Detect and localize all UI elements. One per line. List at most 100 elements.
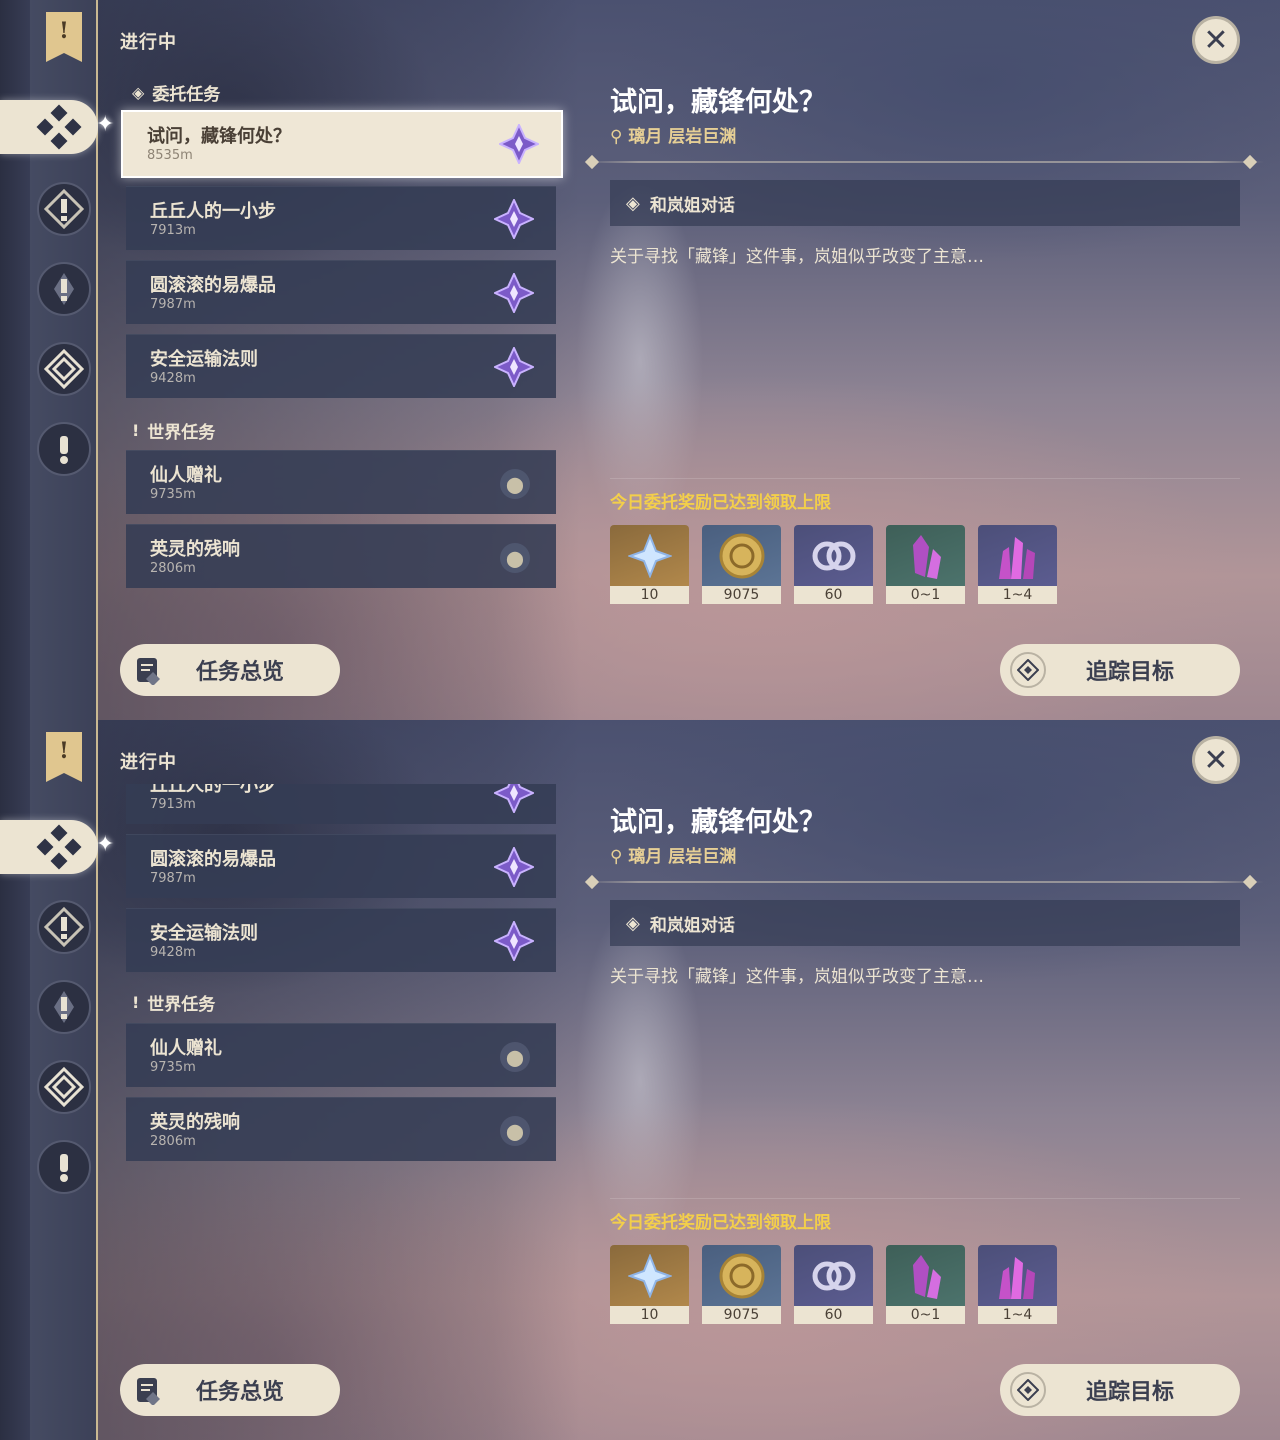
section-title: 进行中: [120, 752, 177, 773]
detail-location: ⚲ 璃月 层岩巨渊: [610, 847, 737, 867]
reward-qty: 0~1: [886, 586, 965, 604]
quest-name: 英灵的残响: [150, 539, 240, 560]
objective-text: 和岚姐对话: [649, 195, 735, 216]
reward-item[interactable]: 60: [794, 1245, 873, 1324]
objective-text: 和岚姐对话: [649, 915, 735, 936]
reward-item[interactable]: 0~1: [886, 525, 965, 604]
reward-qty: 1~4: [978, 586, 1057, 604]
ore-crystal-icon: [912, 534, 941, 579]
divider: [584, 881, 1264, 883]
world-quest-icon: [60, 436, 68, 464]
tab-commission[interactable]: [0, 100, 98, 154]
primogem-icon: [627, 1253, 672, 1298]
quest-list-scroll[interactable]: 丘丘人的一小步 7913m 圆滚滚的易爆品 7987m 安全运输法则 9428m: [0, 784, 580, 1204]
reward-item[interactable]: 10: [610, 1245, 689, 1324]
quest-overview-button[interactable]: 任务总览: [120, 644, 340, 696]
close-icon: ✕: [1203, 22, 1229, 58]
map-pin-icon: ⬤: [500, 469, 530, 499]
commission-star-icon: [494, 784, 534, 813]
quest-name: 仙人赠礼: [150, 1038, 222, 1059]
commission-category-icon: ◈: [132, 83, 145, 102]
quest-name: 安全运输法则: [150, 349, 258, 370]
quest-item[interactable]: 仙人赠礼 9735m ⬤: [126, 1023, 556, 1087]
exclamation-icon: !: [132, 421, 140, 440]
tab-world[interactable]: [37, 422, 91, 476]
reward-qty: 60: [794, 586, 873, 604]
quest-item[interactable]: 圆滚滚的易爆品 7987m: [126, 834, 556, 898]
quest-item[interactable]: 安全运输法则 9428m: [126, 334, 556, 398]
close-button[interactable]: ✕: [1192, 16, 1240, 64]
quest-overview-button[interactable]: 任务总览: [120, 1364, 340, 1416]
reward-qty: 10: [610, 586, 689, 604]
category-world: ! 世界任务: [132, 421, 216, 443]
reward-item[interactable]: 60: [794, 525, 873, 604]
map-pin-icon: ⬤: [500, 543, 530, 573]
quest-name: 试问，藏锋何处？: [147, 126, 291, 147]
quest-distance: 7987m: [150, 871, 196, 886]
quest-item[interactable]: 英灵的残响 2806m ⬤: [126, 1097, 556, 1161]
quest-screen-scrolled: ! ✦ 进行中 丘丘人的一小步 7913m 圆滚滚的易爆品 7987m 安全运输…: [0, 720, 1280, 1440]
detail-title: 试问，藏锋何处？: [610, 807, 826, 838]
quest-item[interactable]: 圆滚滚的易爆品 7987m: [126, 260, 556, 324]
track-label: 追踪目标: [1086, 660, 1175, 685]
event-quest-icon: [44, 349, 84, 389]
quest-screen-top: ! ✦ 进行中 ◈ 委托任务 试问，藏锋何处？ 8535m 丘丘人的一小步 79…: [0, 0, 1280, 720]
reward-item[interactable]: 0~1: [886, 1245, 965, 1324]
companionship-exp-icon: [812, 541, 855, 570]
track-target-button[interactable]: 追踪目标: [1000, 1364, 1240, 1416]
primogem-icon: [627, 533, 672, 578]
tab-archon[interactable]: [37, 182, 91, 236]
objective-row: ◈ 和岚姐对话: [610, 900, 1240, 946]
quest-name: 圆滚滚的易爆品: [150, 275, 276, 296]
quest-distance: 7913m: [150, 797, 196, 812]
document-icon: [130, 1372, 166, 1408]
quest-name: 丘丘人的一小步: [150, 784, 276, 796]
quest-distance: 9735m: [150, 487, 196, 502]
objective-diamond-icon: ◈: [626, 192, 640, 214]
overview-label: 任务总览: [196, 660, 285, 685]
commission-diamond-icon: [36, 104, 82, 150]
reward-item[interactable]: 9075: [702, 525, 781, 604]
quest-item[interactable]: 安全运输法则 9428m: [126, 908, 556, 972]
quest-distance: 2806m: [150, 561, 196, 576]
quest-item[interactable]: 丘丘人的一小步 7913m: [126, 784, 556, 824]
quest-item[interactable]: 英灵的残响 2806m ⬤: [126, 524, 556, 588]
reward-item[interactable]: 1~4: [978, 525, 1057, 604]
reward-item[interactable]: 9075: [702, 1245, 781, 1324]
reward-qty: 0~1: [886, 1306, 965, 1324]
commission-star-icon: [494, 921, 534, 961]
track-diamond-icon: [1010, 1372, 1046, 1408]
objective-row: ◈ 和岚姐对话: [610, 180, 1240, 226]
reward-item[interactable]: 10: [610, 525, 689, 604]
quest-description: 关于寻找「藏锋」这件事，岚姐似乎改变了主意…: [610, 247, 984, 267]
story-quest-icon: [54, 273, 74, 305]
quest-name: 仙人赠礼: [150, 465, 222, 486]
reward-item[interactable]: 1~4: [978, 1245, 1057, 1324]
close-button[interactable]: ✕: [1192, 736, 1240, 784]
quest-distance: 8535m: [147, 148, 193, 163]
crystal-cluster-icon: [998, 536, 1035, 579]
commission-star-icon: [494, 199, 534, 239]
tab-story[interactable]: [37, 262, 91, 316]
track-target-button[interactable]: 追踪目标: [1000, 644, 1240, 696]
tab-event[interactable]: [37, 342, 91, 396]
document-icon: [130, 652, 166, 688]
reward-qty: 9075: [702, 586, 781, 604]
quest-item[interactable]: 仙人赠礼 9735m ⬤: [126, 450, 556, 514]
mora-icon: [719, 533, 764, 578]
category-world: ! 世界任务: [132, 993, 216, 1015]
companionship-exp-icon: [812, 1261, 855, 1290]
mora-icon: [719, 1253, 764, 1298]
reward-limit-note: 今日委托奖励已达到领取上限: [610, 493, 831, 513]
quest-distance: 7913m: [150, 223, 196, 238]
detail-title: 试问，藏锋何处？: [610, 87, 826, 118]
reward-qty: 60: [794, 1306, 873, 1324]
track-label: 追踪目标: [1086, 1380, 1175, 1405]
sparkle-icon: ✦: [96, 112, 115, 137]
quest-distance: 9428m: [150, 371, 196, 386]
quest-name: 圆滚滚的易爆品: [150, 849, 276, 870]
quest-item-selected[interactable]: 试问，藏锋何处？ 8535m: [121, 110, 563, 178]
crystal-cluster-icon: [998, 1256, 1035, 1299]
quest-item[interactable]: 丘丘人的一小步 7913m: [126, 186, 556, 250]
quest-description: 关于寻找「藏锋」这件事，岚姐似乎改变了主意…: [610, 967, 984, 987]
